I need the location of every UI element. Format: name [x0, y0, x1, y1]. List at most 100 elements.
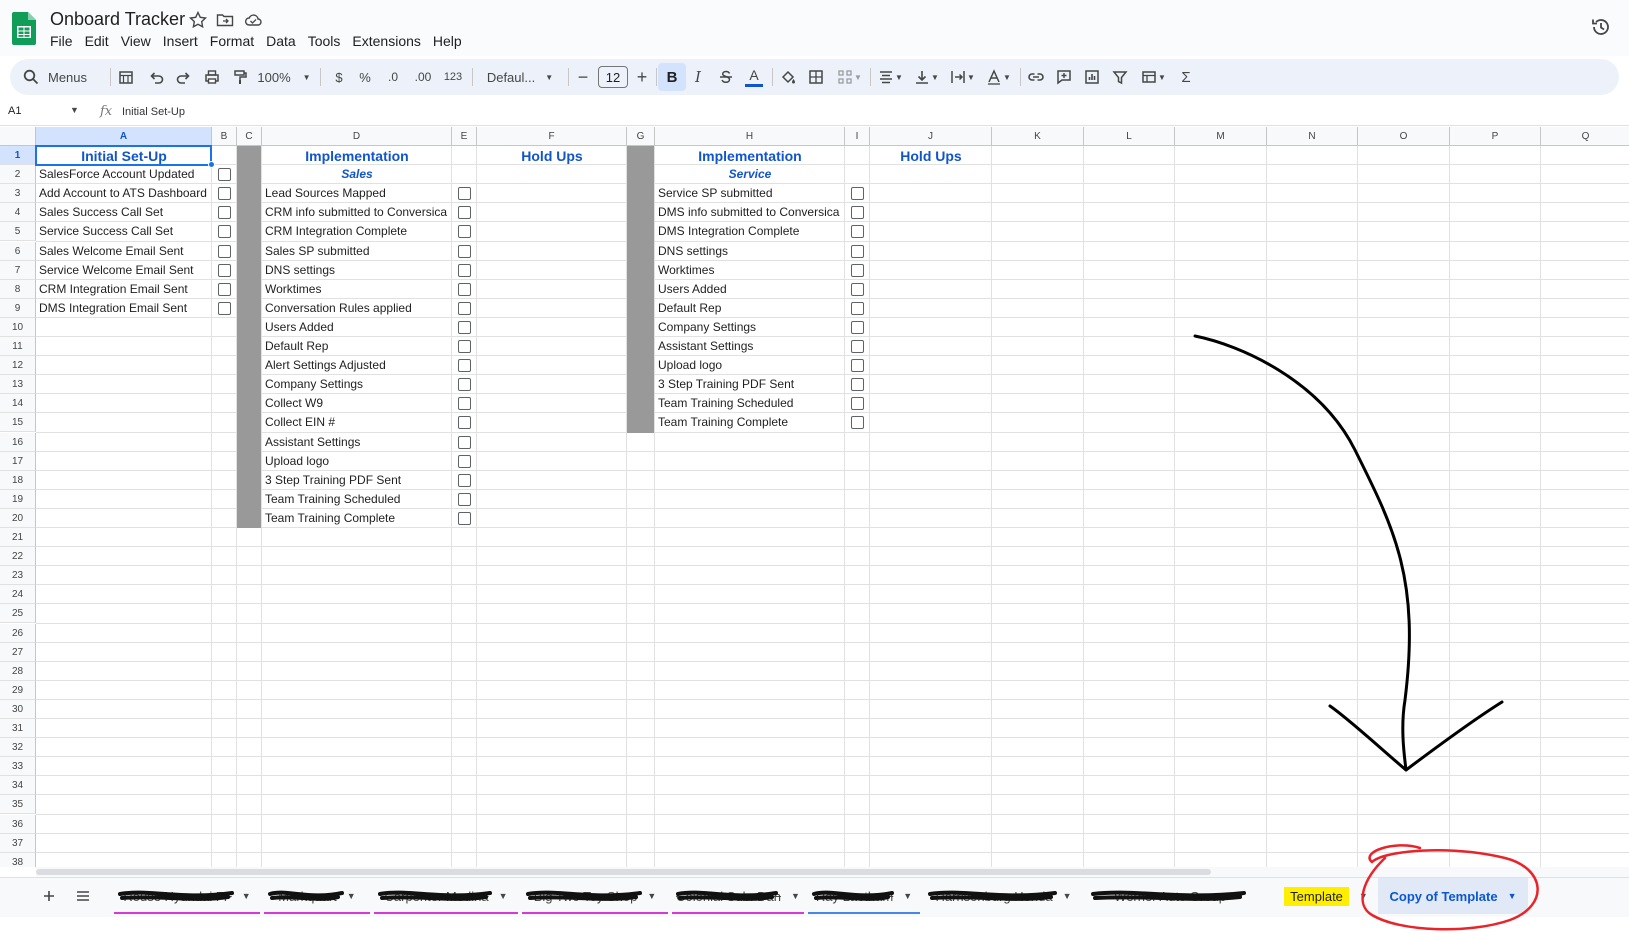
formula-input[interactable]: Initial Set-Up — [122, 106, 185, 118]
initial-setup-checkbox[interactable] — [218, 168, 231, 182]
column-header-c[interactable]: C — [237, 127, 262, 146]
sales-checkbox[interactable] — [458, 454, 471, 468]
paint-format-icon[interactable] — [228, 63, 252, 91]
row-header[interactable]: 6 — [0, 241, 36, 261]
column-header-a[interactable]: A — [36, 127, 212, 146]
redo-icon[interactable] — [172, 63, 196, 91]
currency-format-button[interactable]: $ — [328, 63, 350, 91]
initial-setup-checkbox[interactable] — [218, 225, 231, 239]
tab-menu-caret-icon[interactable]: ▼ — [1508, 891, 1517, 901]
sales-item[interactable]: DNS settings — [262, 261, 452, 280]
column-header-k[interactable]: K — [992, 127, 1084, 146]
initial-setup-item[interactable]: SalesForce Account Updated — [36, 165, 212, 184]
menu-help[interactable]: Help — [427, 33, 468, 49]
row-header[interactable]: 7 — [0, 260, 36, 280]
sales-item[interactable]: Team Training Scheduled — [262, 490, 452, 509]
initial-setup-checkbox[interactable] — [218, 206, 231, 220]
sales-item[interactable]: CRM Integration Complete — [262, 222, 452, 241]
sales-implementation-header[interactable]: Implementation — [262, 145, 452, 167]
menus-search[interactable]: Menus — [22, 63, 102, 91]
row-header[interactable]: 16 — [0, 432, 36, 452]
service-item[interactable]: Worktimes — [655, 261, 845, 280]
row-header[interactable]: 17 — [0, 451, 36, 471]
tab-menu-caret-icon[interactable]: ▼ — [1359, 891, 1368, 901]
borders-icon[interactable] — [804, 63, 828, 91]
sales-item[interactable]: Assistant Settings — [262, 433, 452, 452]
decrease-decimal-button[interactable]: .0 — [380, 63, 406, 91]
service-checkbox[interactable] — [851, 301, 864, 315]
sales-item[interactable]: CRM info submitted to Conversica — [262, 203, 452, 222]
row-header[interactable]: 35 — [0, 795, 36, 815]
fill-color-icon[interactable] — [776, 63, 800, 91]
row-header[interactable]: 13 — [0, 375, 36, 395]
row-header[interactable]: 19 — [0, 489, 36, 509]
menu-insert[interactable]: Insert — [157, 33, 204, 49]
sales-checkbox[interactable] — [458, 435, 471, 449]
row-header[interactable]: 4 — [0, 203, 36, 223]
italic-button[interactable]: I — [686, 63, 710, 91]
row-header[interactable]: 30 — [0, 699, 36, 719]
service-checkbox[interactable] — [851, 282, 864, 296]
row-header[interactable]: 32 — [0, 738, 36, 758]
sales-checkbox[interactable] — [458, 282, 471, 296]
sales-checkbox[interactable] — [458, 263, 471, 277]
horizontal-align-icon[interactable]: ▼ — [874, 63, 906, 91]
menu-edit[interactable]: Edit — [79, 33, 115, 49]
row-header[interactable]: 2 — [0, 165, 36, 185]
print-icon[interactable] — [200, 63, 224, 91]
service-item[interactable]: DMS Integration Complete — [655, 222, 845, 241]
insert-link-icon[interactable] — [1024, 63, 1048, 91]
service-holdups-header[interactable]: Hold Ups — [870, 145, 992, 167]
column-header-l[interactable]: L — [1084, 127, 1175, 146]
filter-icon[interactable] — [1108, 63, 1132, 91]
sheet-tab[interactable]: Big Two Toy Shop ▼ — [520, 878, 670, 914]
row-header[interactable]: 3 — [0, 184, 36, 204]
insert-chart-icon[interactable] — [1080, 63, 1104, 91]
sales-item[interactable]: Sales SP submitted — [262, 242, 452, 261]
sales-checkbox[interactable] — [458, 378, 471, 392]
initial-setup-checkbox[interactable] — [218, 301, 231, 315]
tab-menu-caret-icon[interactable]: ▼ — [242, 891, 251, 901]
row-header[interactable]: 22 — [0, 547, 36, 567]
menu-view[interactable]: View — [115, 33, 157, 49]
service-item[interactable]: Assistant Settings — [655, 337, 845, 356]
row-header[interactable]: 24 — [0, 585, 36, 605]
sales-item[interactable]: Company Settings — [262, 375, 452, 394]
tab-menu-caret-icon[interactable]: ▼ — [647, 891, 656, 901]
initial-setup-checkbox[interactable] — [218, 282, 231, 296]
sales-checkbox[interactable] — [458, 320, 471, 334]
sheet-tab[interactable]: Colonial Sub. Dan ▼ — [670, 878, 806, 914]
menu-format[interactable]: Format — [204, 33, 260, 49]
column-header-b[interactable]: B — [212, 127, 237, 146]
font-size-input[interactable]: 12 — [598, 66, 628, 88]
tab-menu-caret-icon[interactable]: ▼ — [1236, 891, 1245, 901]
tab-menu-caret-icon[interactable]: ▼ — [499, 891, 508, 901]
row-header[interactable]: 5 — [0, 222, 36, 242]
text-color-button[interactable]: A — [742, 63, 766, 91]
initial-setup-checkbox[interactable] — [218, 263, 231, 277]
sales-item[interactable]: Team Training Complete — [262, 509, 452, 528]
row-header[interactable]: 8 — [0, 279, 36, 299]
star-icon[interactable] — [188, 10, 208, 30]
add-sheet-icon[interactable] — [36, 878, 62, 914]
column-header-g[interactable]: G — [627, 127, 655, 146]
sales-subheader[interactable]: Sales — [262, 165, 452, 184]
row-header[interactable]: 12 — [0, 356, 36, 376]
service-subheader[interactable]: Service — [655, 165, 845, 184]
merge-cells-icon[interactable]: ▼ — [832, 63, 866, 91]
sales-checkbox[interactable] — [458, 511, 471, 525]
sales-checkbox[interactable] — [458, 225, 471, 239]
tab-menu-caret-icon[interactable]: ▼ — [791, 891, 800, 901]
sales-holdups-header[interactable]: Hold Ups — [477, 145, 627, 167]
select-all-corner[interactable] — [0, 127, 36, 146]
initial-setup-item[interactable]: DMS Integration Email Sent — [36, 299, 212, 318]
row-header[interactable]: 27 — [0, 642, 36, 662]
row-header[interactable]: 11 — [0, 337, 36, 356]
row-header[interactable]: 1 — [0, 146, 36, 165]
service-checkbox[interactable] — [851, 225, 864, 239]
all-sheets-icon[interactable] — [70, 878, 96, 914]
document-title[interactable]: Onboard Tracker — [50, 9, 185, 30]
sales-item[interactable]: Users Added — [262, 318, 452, 337]
column-header-h[interactable]: H — [655, 127, 845, 146]
row-header[interactable]: 28 — [0, 661, 36, 681]
